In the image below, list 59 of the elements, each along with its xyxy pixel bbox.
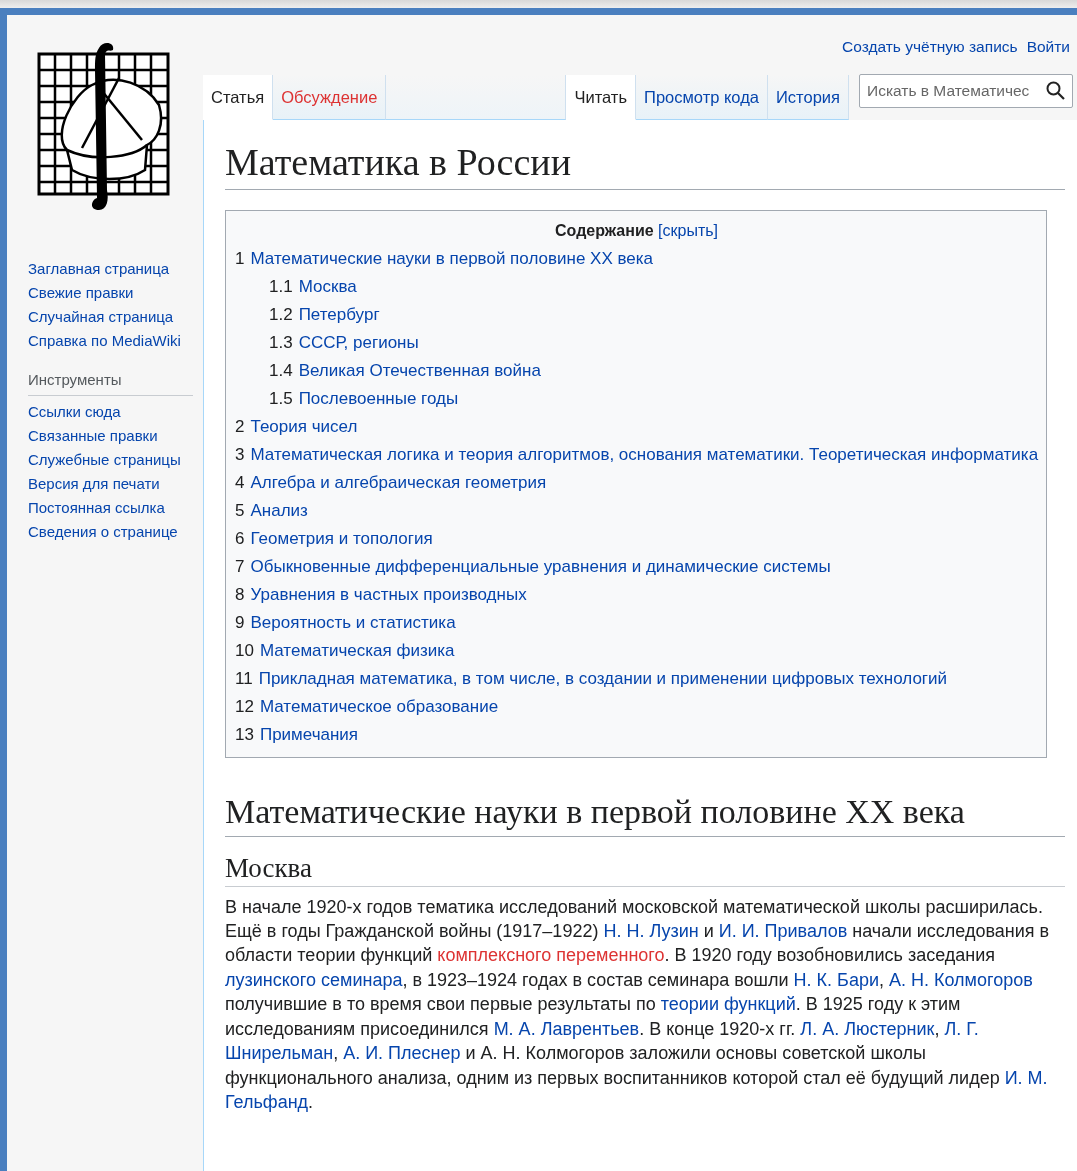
page-title: Математика в России [225,138,1065,191]
sidebar-link[interactable]: Постоянная ссылка [28,498,165,516]
toc-link[interactable]: 13 Примечания [235,725,359,745]
sidebar-link[interactable]: Заглавная страница [28,260,170,277]
toc-title: Содержание [555,222,654,240]
toc-link[interactable]: 2 Теория чисел [235,417,358,437]
toc-link[interactable]: 12 Математическое образование [235,697,499,717]
tab[interactable]: Просмотр кода [636,75,768,120]
toggle-link[interactable]: [скрыть] [658,222,719,240]
tab[interactable]: Статья [203,75,274,120]
link[interactable]: А. Н. Колмогоров [889,969,1033,990]
toc-link[interactable]: 8 Уравнения в частных производных [235,585,527,605]
section-heading: Москва [225,850,1065,887]
sidebar-link[interactable]: Случайная страница [28,308,174,325]
toc-link[interactable]: 9 Вероятность и статистика [235,613,456,633]
link[interactable]: И. И. Привалов [718,921,848,942]
toc-link[interactable]: 1.5 Послевоенные годы [269,389,459,409]
toc-link[interactable]: 4 Алгебра и алгебраическая геометрия [235,473,547,493]
toc-link[interactable]: 1 Математические науки в первой половине XX века [235,249,654,269]
sidebar-link[interactable]: Ссылки сюда [28,402,121,420]
toc-link[interactable]: 3 Математическая логика и теория алгоритмов, основания математики. Теоретическая информатика [235,445,1039,465]
account-link[interactable]: Создать учётную запись [842,35,1018,75]
toc-link[interactable]: 10 Математическая физика [235,641,455,661]
toc-link[interactable]: 5 Анализ [235,501,308,521]
link[interactable]: Л. Г. [944,1018,979,1039]
search-icon[interactable] [1046,81,1065,100]
search-field[interactable]: Искать в Математичес [859,74,1073,108]
toc-link[interactable]: 1.2 Петербург [269,305,380,325]
link[interactable]: комплексного переменного [437,945,665,966]
sidebar-link[interactable]: Свежие правки [28,284,134,301]
toc-link[interactable]: 1.4 Великая Отечественная война [269,361,541,381]
section-heading: Математические науки в первой половине XX века [225,790,1065,837]
link[interactable]: лузинского семинара [225,969,403,990]
sidebar-link[interactable]: Сведения о странице [28,522,178,540]
sidebar-heading: Инструменты [28,369,193,396]
link[interactable]: Шнирельман [225,1043,334,1064]
paragraph: В начале 1920-х годов тематика исследований московской математической школы расширилась. Ещё в годы Гражданской войны (1917–1922) Н. Н. Лузин и И. И. Привалов начали исследования в области теории функций комплексного переменного. В 1920 году возобновились заседания лузинского семинара, в 1923–1924 годах в состав семинара вошли Н. К. Бари, А. Н. Колмогоров получившие в то время свои первые результаты по теории функций. В 1925 году к этим исследованиям присоединился М. А. Лаврентьев. В конце 1920-х гг. Л. А. Люстерник, Л. Г. Шнирельман, А. И. Плеснер и А. Н. Колмогоров заложили основы советской школы функционального анализа, одним из первых воспитанников которой стал её будущий лидер И. М. Гельфанд. [225,895,1051,1114]
toc-link[interactable]: 1.1 Москва [269,277,357,297]
link[interactable]: Л. А. Люстерник [800,1018,935,1039]
sidebar-link[interactable]: Служебные страницы [28,450,181,468]
link[interactable]: Гельфанд [225,1091,309,1112]
tab[interactable]: История [768,75,849,120]
sidebar-link[interactable]: Справка по MediaWiki [28,332,181,349]
tab[interactable]: Обсуждение [273,75,387,120]
tab[interactable]: Читать [566,75,637,120]
link[interactable]: И. М. [1004,1067,1048,1088]
sidebar-link[interactable]: Версия для печати [28,474,160,492]
link[interactable]: А. И. Плеснер [343,1043,461,1064]
link[interactable]: М. А. Лаврентьев [493,1018,640,1039]
toc-link[interactable]: 7 Обыкновенные дифференциальные уравнения и динамические системы [235,557,831,577]
link[interactable]: Н. К. Бари [793,969,879,990]
toc-link[interactable]: 1.3 СССР, регионы [269,333,419,353]
logo[interactable] [37,40,170,212]
link[interactable]: Н. Н. Лузин [603,921,699,942]
toc-link[interactable]: 6 Геометрия и топология [235,529,433,549]
sidebar-link[interactable]: Связанные правки [28,426,158,444]
toc-link[interactable]: 11 Прикладная математика, в том числе, в создании и применении цифровых технологий [235,669,948,689]
link[interactable]: теории функций [660,994,796,1015]
account-link[interactable]: Войти [1026,35,1070,75]
